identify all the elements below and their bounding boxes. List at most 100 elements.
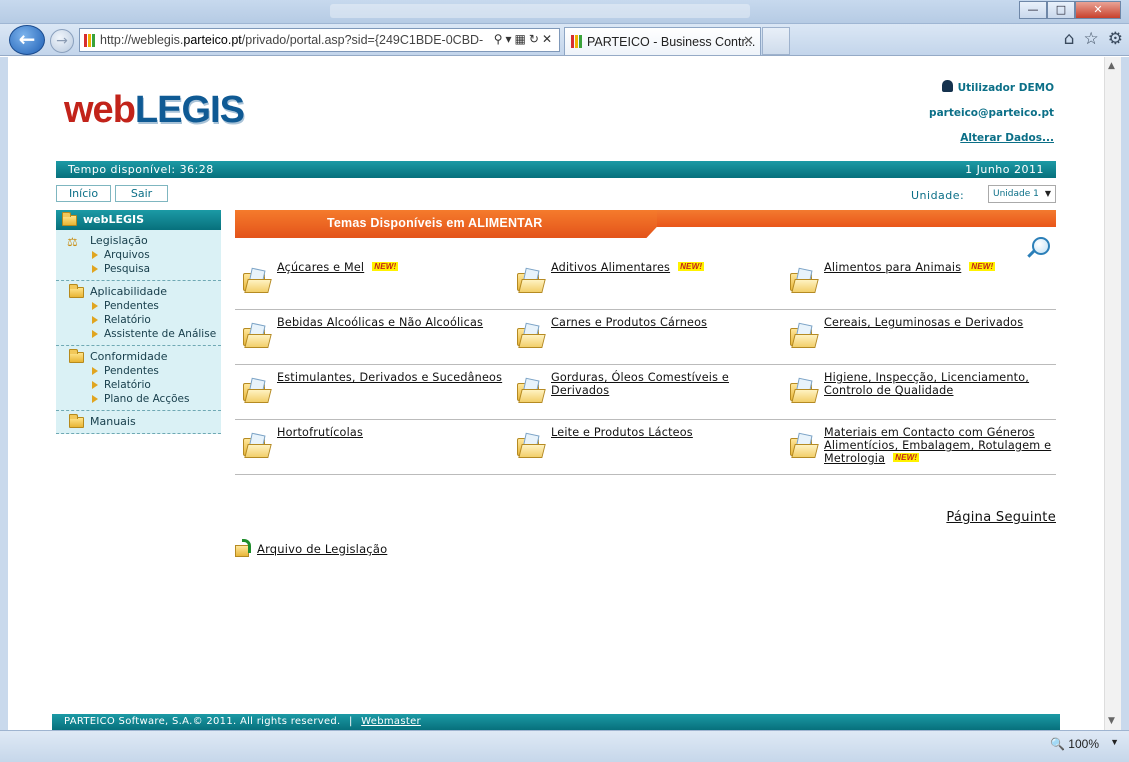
theme-link[interactable]: Aditivos Alimentares NEW! — [551, 261, 705, 274]
alter-data-link[interactable]: Alterar Dados... — [929, 126, 1054, 151]
scroll-up-icon[interactable]: ▲ — [1108, 61, 1115, 71]
sidebar-item-pesquisa[interactable]: Pesquisa — [56, 262, 221, 276]
open-folder-icon — [517, 377, 546, 403]
browser-navbar: ← → http://weblegis. parteico.pt/privado/… — [0, 24, 1129, 56]
sidebar-item-conformidade[interactable]: Conformidade — [56, 349, 221, 364]
folder-icon — [69, 349, 84, 363]
sidebar-item-pendentes[interactable]: Pendentes — [56, 299, 221, 313]
page-title: Temas Disponíveis em ALIMENTAR — [327, 216, 543, 230]
favorites-star-icon[interactable]: ☆ — [1084, 29, 1099, 49]
browser-statusbar: 🔍 100% ▼ — [0, 730, 1129, 762]
window-left-frame — [0, 57, 8, 730]
scroll-down-icon[interactable]: ▼ — [1108, 716, 1115, 726]
vertical-scrollbar[interactable]: ▲ ▼ — [1104, 57, 1121, 730]
theme-materiais[interactable]: Materiais em Contacto com Géneros Aliment… — [782, 420, 1056, 475]
browser-tab[interactable]: PARTEICO - Business Contr... ✕ — [564, 27, 761, 55]
theme-link[interactable]: Açúcares e Mel NEW! — [277, 261, 399, 274]
theme-leite[interactable]: Leite e Produtos Lácteos — [509, 420, 782, 475]
zoom-icon: 🔍 — [1050, 737, 1065, 751]
zoom-level: 100% — [1068, 737, 1099, 751]
table-row: Bebidas Alcoólicas e Não Alcoólicas Carn… — [235, 310, 1056, 365]
zoom-control[interactable]: 🔍 100% ▼ — [1050, 737, 1119, 751]
sidebar-item-manuais[interactable]: Manuais — [56, 414, 221, 429]
next-page-link[interactable]: Página Seguinte — [946, 510, 1056, 525]
maximize-button[interactable]: □ — [1047, 1, 1075, 19]
minimize-button[interactable]: — — [1019, 1, 1047, 19]
theme-estimulantes[interactable]: Estimulantes, Derivados e Sucedâneos — [235, 365, 509, 420]
new-tab-button[interactable] — [762, 27, 790, 55]
arquivo-legislacao-link[interactable]: Arquivo de Legislação — [235, 539, 387, 557]
theme-hortofruticolas[interactable]: Hortofrutícolas — [235, 420, 509, 475]
sidebar-item-label: Manuais — [90, 415, 136, 428]
sidebar-item-aplicabilidade[interactable]: Aplicabilidade — [56, 284, 221, 299]
unidade-select[interactable]: Unidade 1 ▼ — [988, 185, 1056, 203]
webmaster-link[interactable]: Webmaster — [361, 716, 421, 727]
user-icon — [941, 80, 953, 92]
sidebar-item-label: Legislação — [90, 234, 148, 247]
sidebar-item-legislacao[interactable]: ⚖ Legislação — [56, 234, 221, 248]
theme-bebidas[interactable]: Bebidas Alcoólicas e Não Alcoólicas — [235, 310, 509, 365]
close-window-button[interactable]: ✕ — [1075, 1, 1121, 19]
home-icon[interactable]: ⌂ — [1064, 29, 1075, 49]
theme-link[interactable]: Alimentos para Animais NEW! — [824, 261, 996, 274]
theme-acucares[interactable]: Açúcares e Mel NEW! — [235, 255, 509, 310]
table-row: Açúcares e Mel NEW! Aditivos Alimentares N… — [235, 255, 1056, 310]
theme-link[interactable]: Cereais, Leguminosas e Derivados — [824, 316, 1023, 329]
theme-link[interactable]: Gorduras, Óleos Comestíveis e Derivados — [551, 371, 729, 397]
sidebar-section-manuais: Manuais — [56, 411, 221, 434]
settings-gear-icon[interactable]: ⚙ — [1108, 29, 1123, 49]
archive-arrow-icon — [235, 539, 253, 557]
current-date: 1 Junho 2011 — [965, 163, 1044, 176]
sair-button[interactable]: Sair — [115, 185, 168, 202]
chevron-down-icon: ▼ — [1044, 189, 1051, 198]
address-path: /privado/portal.asp?sid={249C1BDE-0CBD- — [241, 33, 484, 47]
new-badge: NEW! — [372, 262, 399, 271]
theme-link[interactable]: Leite e Produtos Lácteos — [551, 426, 693, 439]
sidebar-item-label: Aplicabilidade — [90, 285, 168, 298]
folder-icon — [69, 414, 84, 428]
theme-link[interactable]: Higiene, Inspecção, Licenciamento, Contro… — [824, 371, 1029, 397]
folder-icon — [62, 212, 77, 226]
theme-link[interactable]: Carnes e Produtos Cárneos — [551, 316, 707, 329]
tab-favicon — [571, 35, 582, 48]
close-tab-icon[interactable]: ✕ — [743, 33, 754, 49]
sidebar-item-plano-accoes[interactable]: Plano de Acções — [56, 392, 221, 406]
open-folder-icon — [243, 267, 272, 293]
window-right-frame — [1121, 57, 1129, 730]
address-bar[interactable]: http://weblegis. parteico.pt/privado/port… — [79, 28, 560, 52]
inicio-button[interactable]: Início — [56, 185, 111, 202]
theme-carnes[interactable]: Carnes e Produtos Cárneos — [509, 310, 782, 365]
sidebar-item-pendentes[interactable]: Pendentes — [56, 364, 221, 378]
sidebar-item-assistente[interactable]: Assistente de Análise — [56, 327, 221, 341]
search-icon[interactable] — [1032, 237, 1050, 255]
weblegis-logo[interactable]: webLEGIS — [64, 89, 245, 132]
page-viewport: webLEGIS Utilizador DEMO parteico@partei… — [8, 57, 1104, 730]
theme-aditivos[interactable]: Aditivos Alimentares NEW! — [509, 255, 782, 310]
open-folder-icon — [243, 322, 272, 348]
theme-link[interactable]: Bebidas Alcoólicas e Não Alcoólicas — [277, 316, 483, 329]
open-folder-icon — [517, 267, 546, 293]
user-box: Utilizador DEMO parteico@parteico.pt Alt… — [929, 76, 1054, 151]
folder-icon — [69, 284, 84, 298]
theme-higiene[interactable]: Higiene, Inspecção, Licenciamento, Contro… — [782, 365, 1056, 420]
open-folder-icon — [517, 322, 546, 348]
theme-link[interactable]: Materiais em Contacto com Géneros Aliment… — [824, 426, 1051, 465]
forward-button[interactable]: → — [50, 29, 74, 53]
open-folder-icon — [790, 322, 819, 348]
sidebar-item-relatorio[interactable]: Relatório — [56, 378, 221, 392]
theme-alimentos-animais[interactable]: Alimentos para Animais NEW! — [782, 255, 1056, 310]
address-tools-icons[interactable]: ⚲▾▦↻✕ — [494, 32, 555, 46]
new-badge: NEW! — [678, 262, 705, 271]
sidebar: webLEGIS ⚖ Legislação Arquivos Pesquisa A… — [56, 210, 221, 434]
theme-cereais[interactable]: Cereais, Leguminosas e Derivados — [782, 310, 1056, 365]
theme-link[interactable]: Hortofrutícolas — [277, 426, 363, 439]
theme-link[interactable]: Estimulantes, Derivados e Sucedâneos — [277, 371, 502, 384]
sidebar-item-relatorio[interactable]: Relatório — [56, 313, 221, 327]
sidebar-item-arquivos[interactable]: Arquivos — [56, 248, 221, 262]
sidebar-header[interactable]: webLEGIS — [56, 210, 221, 230]
chevron-down-icon: ▼ — [1110, 737, 1119, 747]
window-titlebar: — □ ✕ — [0, 0, 1129, 24]
open-folder-icon — [790, 267, 819, 293]
theme-gorduras[interactable]: Gorduras, Óleos Comestíveis e Derivados — [509, 365, 782, 420]
back-button[interactable]: ← — [9, 25, 45, 55]
